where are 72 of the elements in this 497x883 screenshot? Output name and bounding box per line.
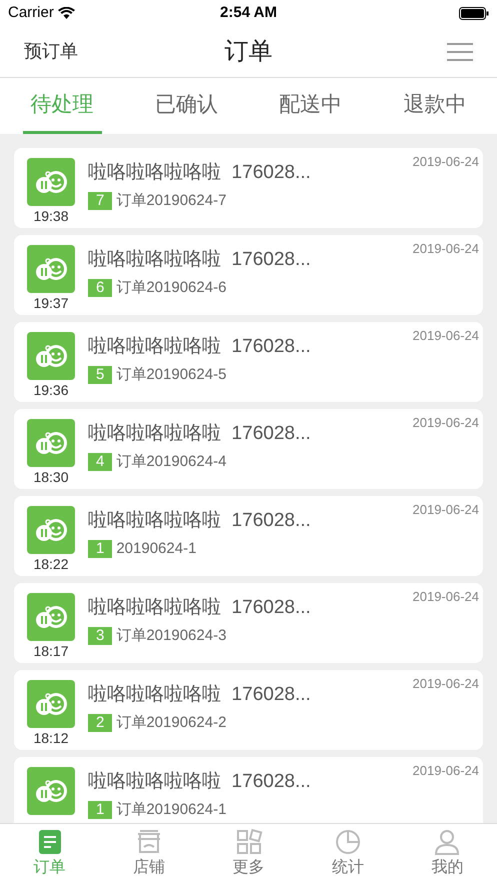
tab-bar-item[interactable]: 更多 xyxy=(198,824,298,883)
order-card[interactable]: 啦咯啦咯啦咯啦 176028... 1 订单20190624-1 2019-06-24 xyxy=(14,757,483,823)
app-logo-icon xyxy=(27,593,75,641)
order-date: 2019-06-24 xyxy=(412,327,479,345)
grid-icon xyxy=(234,828,263,856)
order-title: 啦咯啦咯啦咯啦 176028... xyxy=(88,161,311,185)
menu-icon[interactable] xyxy=(447,42,473,62)
order-card[interactable]: 19:37 啦咯啦咯啦咯啦 176028... 6 订单20190624-6 2019-06-24 xyxy=(14,235,483,315)
order-title: 啦咯啦咯啦咯啦 176028... xyxy=(88,335,311,359)
pre-order-button[interactable]: 预订单 xyxy=(24,38,78,65)
order-date: 2019-06-24 xyxy=(412,588,479,606)
tab-bar-item[interactable]: 统计 xyxy=(298,824,398,883)
order-card[interactable]: 19:36 啦咯啦咯啦咯啦 176028... 5 订单20190624-5 2019-06-24 xyxy=(14,322,483,402)
order-title: 啦咯啦咯啦咯啦 176028... xyxy=(88,770,311,794)
order-date: 2019-06-24 xyxy=(412,675,479,693)
app-logo-icon xyxy=(27,419,75,467)
clock-time: 2:54 AM xyxy=(220,2,277,23)
order-number: 订单20190624-1 xyxy=(116,800,226,820)
order-number-badge: 6 xyxy=(88,279,112,298)
order-number: 订单20190624-2 xyxy=(116,713,226,733)
page-title: 订单 xyxy=(224,36,272,66)
order-date: 2019-06-24 xyxy=(412,501,479,519)
pie-chart-icon xyxy=(334,828,362,856)
order-number: 订单20190624-6 xyxy=(116,278,226,298)
order-card[interactable]: 19:38 啦咯啦咯啦咯啦 176028... 7 订单20190624-7 2019-06-24 xyxy=(14,148,483,228)
order-number-badge: 7 xyxy=(88,192,112,210)
order-date: 2019-06-24 xyxy=(412,153,479,171)
order-number: 订单20190624-5 xyxy=(116,365,226,385)
app-logo-icon xyxy=(27,767,75,815)
order-title: 啦咯啦咯啦咯啦 176028... xyxy=(88,509,311,533)
order-date: 2019-06-24 xyxy=(412,240,479,258)
order-number-badge: 5 xyxy=(88,366,112,384)
order-time: 19:38 xyxy=(33,207,69,226)
app-logo-icon xyxy=(27,680,75,728)
app-logo-icon xyxy=(27,245,75,293)
order-number: 订单20190624-4 xyxy=(116,452,226,472)
battery-icon xyxy=(459,6,489,20)
order-number-badge: 1 xyxy=(88,540,112,558)
app-logo-icon xyxy=(27,332,75,380)
order-time: 18:22 xyxy=(33,555,69,574)
order-card[interactable]: 18:17 啦咯啦咯啦咯啦 176028... 3 订单20190624-3 2019-06-24 xyxy=(14,583,483,663)
tab[interactable]: 已确认 xyxy=(146,78,226,134)
carrier-label: Carrier xyxy=(8,2,54,23)
order-time: 18:12 xyxy=(33,729,69,748)
order-date: 2019-06-24 xyxy=(412,762,479,780)
app-logo-icon xyxy=(27,158,75,206)
order-number-badge: 2 xyxy=(88,714,112,732)
order-number-badge: 4 xyxy=(88,453,112,472)
tab[interactable]: 配送中 xyxy=(271,78,350,134)
order-number-badge: 1 xyxy=(88,801,112,820)
person-icon xyxy=(433,828,462,856)
order-number: 订单20190624-7 xyxy=(116,191,226,211)
order-card[interactable]: 18:22 啦咯啦咯啦咯啦 176028... 1 20190624-1 2019-06-24 xyxy=(14,496,483,576)
order-title: 啦咯啦咯啦咯啦 176028... xyxy=(88,248,311,272)
order-title: 啦咯啦咯啦咯啦 176028... xyxy=(88,596,311,620)
tab[interactable]: 退款中 xyxy=(395,78,474,134)
order-number: 订单20190624-3 xyxy=(116,626,226,646)
order-time: 18:17 xyxy=(33,642,69,661)
order-card[interactable]: 18:12 啦咯啦咯啦咯啦 176028... 2 订单20190624-2 2019-06-24 xyxy=(14,670,483,750)
order-date: 2019-06-24 xyxy=(412,414,479,432)
order-number-badge: 3 xyxy=(88,627,112,646)
order-title: 啦咯啦咯啦咯啦 176028... xyxy=(88,683,311,707)
order-card[interactable]: 18:30 啦咯啦咯啦咯啦 176028... 4 订单20190624-4 2019-06-24 xyxy=(14,409,483,489)
order-time: 19:37 xyxy=(33,294,69,313)
wifi-icon xyxy=(58,7,75,19)
tab-bar-item[interactable]: 我的 xyxy=(398,824,497,883)
order-time: 18:30 xyxy=(33,468,69,487)
tab-bar-item[interactable]: 店铺 xyxy=(99,824,199,883)
order-number: 20190624-1 xyxy=(116,539,196,559)
order-time: 19:36 xyxy=(33,381,69,400)
app-logo-icon xyxy=(27,506,75,554)
order-title: 啦咯啦咯啦咯啦 176028... xyxy=(88,422,311,446)
